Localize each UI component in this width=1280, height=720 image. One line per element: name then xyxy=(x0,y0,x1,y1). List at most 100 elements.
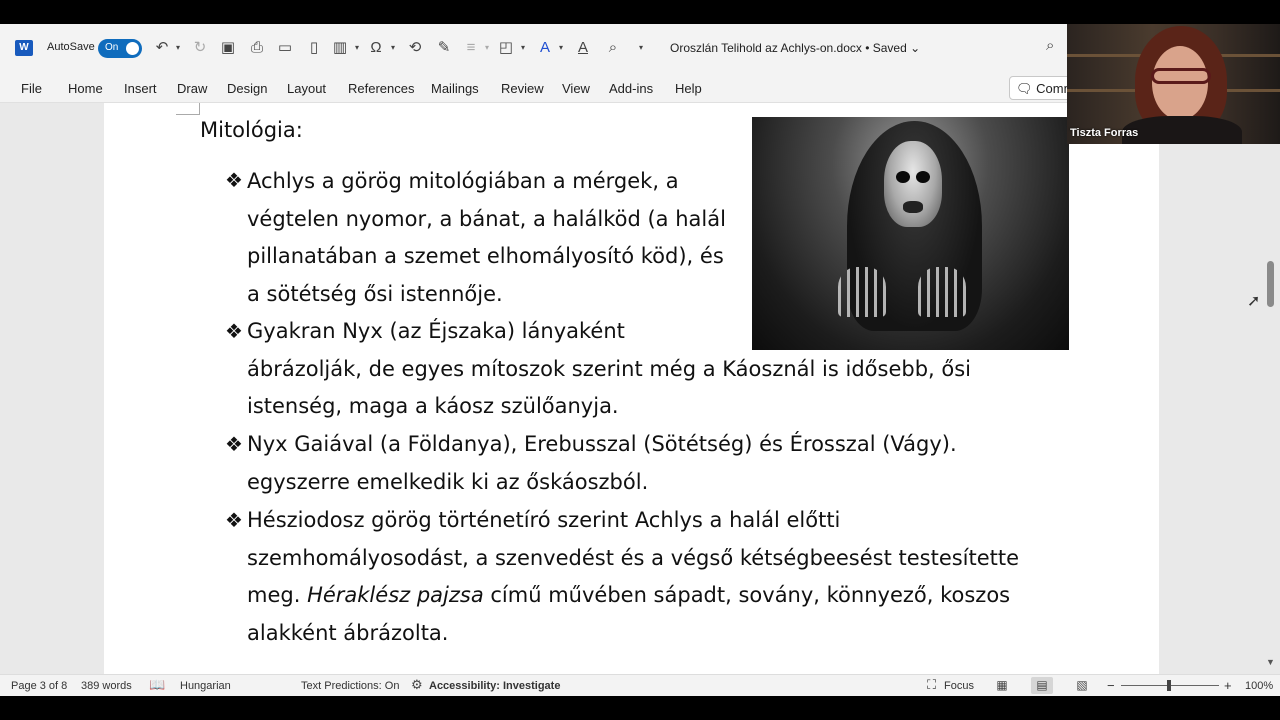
presenter-glasses xyxy=(1151,68,1211,84)
zoom-level[interactable]: 100% xyxy=(1245,680,1273,692)
save-icon[interactable]: ▣ xyxy=(218,38,238,58)
word-count[interactable]: 389 words xyxy=(81,680,132,692)
autosave-label: AutoSave xyxy=(47,41,95,53)
format-painter-icon[interactable]: ⟲ xyxy=(405,38,425,58)
chevron-down-icon[interactable]: ▾ xyxy=(174,38,182,58)
redo-icon[interactable]: ↻ xyxy=(190,38,210,58)
tab-design[interactable]: Design xyxy=(227,81,267,96)
tab-references[interactable]: References xyxy=(348,81,414,96)
underline-icon[interactable]: A xyxy=(573,38,593,58)
autosave-toggle[interactable]: On xyxy=(98,39,142,58)
chevron-down-icon[interactable]: ▾ xyxy=(557,38,565,58)
print-icon[interactable]: ⎙ xyxy=(247,38,267,58)
letterbox-bottom xyxy=(0,696,1280,720)
align-icon[interactable]: ≡ xyxy=(461,38,481,58)
text-line: Achlys a görög mitológiában a mérgek, a xyxy=(247,169,679,193)
status-bar: Page 3 of 8 389 words 📖 Hungarian Text P… xyxy=(0,674,1280,696)
open-icon[interactable]: ▭ xyxy=(275,38,295,58)
customize-icon[interactable]: ▾ xyxy=(637,38,645,58)
chevron-down-icon[interactable]: ▾ xyxy=(519,38,527,58)
print-layout-icon[interactable]: ▤ xyxy=(1031,677,1053,694)
tab-file[interactable]: File xyxy=(21,81,42,96)
find-icon[interactable]: ⌕ xyxy=(603,38,623,58)
paragraph-hesiod: Hésziodosz görög történetíró szerint Ach… xyxy=(247,502,1019,652)
text-line: pillanatában a szemet elhomályosító köd)… xyxy=(247,244,724,269)
image-mouth-shape xyxy=(903,201,923,213)
image-hand-shape xyxy=(918,267,966,317)
presenter-body xyxy=(1122,116,1242,144)
chevron-down-icon[interactable]: ▾ xyxy=(483,38,491,58)
document-title[interactable]: Oroszlán Telihold az Achlys-on.docx • Sa… xyxy=(670,41,920,55)
bullet-icon: ❖ xyxy=(225,510,243,532)
undo-icon[interactable]: ↶ xyxy=(152,38,172,58)
text-line: istenség, maga a káosz szülőanyja. xyxy=(247,394,619,419)
page-count[interactable]: Page 3 of 8 xyxy=(11,680,67,692)
chevron-down-icon[interactable]: ▾ xyxy=(389,38,397,58)
focus-mode-button[interactable]: Focus xyxy=(944,680,974,692)
participant-name: Tiszta Forras xyxy=(1070,127,1139,139)
webcam-video: Tiszta Forras xyxy=(1067,24,1280,144)
web-layout-icon[interactable]: ▧ xyxy=(1071,677,1093,694)
text-line: meg. Héraklész pajzsa című művében sápad… xyxy=(247,577,1019,615)
tab-insert[interactable]: Insert xyxy=(124,81,157,96)
accessibility-status[interactable]: Accessibility: Investigate xyxy=(429,680,560,692)
achlys-illustration-image[interactable] xyxy=(752,117,1069,350)
proofing-book-icon[interactable]: 📖 xyxy=(149,677,165,693)
text-line: Hésziodosz görög történetíró szerint Ach… xyxy=(247,508,841,532)
word-logo-icon: W xyxy=(15,40,33,56)
shapes-icon[interactable]: ◰ xyxy=(496,38,516,58)
search-icon[interactable]: ⌕ xyxy=(1046,37,1054,54)
section-heading: Mitológia: xyxy=(200,118,303,142)
text-segment: című művében sápadt, sovány, könnyező, k… xyxy=(483,583,1011,608)
document-workarea[interactable]: Mitológia: ❖ Achlys a görög mitológiában… xyxy=(0,103,1280,674)
zoom-slider-thumb[interactable] xyxy=(1167,680,1171,691)
zoom-in-button[interactable]: + xyxy=(1224,678,1232,693)
tab-help[interactable]: Help xyxy=(675,81,702,96)
track-changes-icon[interactable]: ✎ xyxy=(434,38,454,58)
new-icon[interactable]: ▯ xyxy=(304,38,324,58)
text-line: egyszerre emelkedik ki az őskáoszból. xyxy=(247,469,649,494)
image-skull-shape xyxy=(884,141,942,227)
italic-title: Héraklész pajzsa xyxy=(307,583,484,608)
tab-draw[interactable]: Draw xyxy=(177,81,207,96)
focus-icon[interactable]: ⛶ xyxy=(927,677,936,693)
tab-mailings[interactable]: Mailings xyxy=(431,81,479,96)
symbol-icon[interactable]: Ω xyxy=(366,38,386,58)
bullet-icon: ❖ xyxy=(225,434,243,456)
text-line: alakként ábrázolta. xyxy=(247,620,449,645)
image-eye-shape xyxy=(916,171,930,183)
comment-icon: 🗨 xyxy=(1016,81,1033,96)
zoom-out-button[interactable]: − xyxy=(1107,678,1115,693)
text-line: végtelen nyomor, a bánat, a halálköd (a … xyxy=(247,206,726,231)
columns-icon[interactable]: ▥ xyxy=(330,38,350,58)
font-color-icon[interactable]: A xyxy=(535,38,555,58)
text-segment: meg. xyxy=(247,583,308,608)
text-line: ábrázolják, de egyes mítoszok szerint mé… xyxy=(247,356,972,381)
text-line: a sötétség ősi istennője. xyxy=(247,281,503,306)
autosave-state: On xyxy=(105,42,119,53)
tab-view[interactable]: View xyxy=(562,81,590,96)
letterbox-top xyxy=(0,0,1280,24)
chevron-down-icon[interactable]: ▾ xyxy=(353,38,361,58)
paragraph-nyx-gaia: Nyx Gaiával (a Földanya), Erebusszal (Sö… xyxy=(247,426,957,501)
vertical-scrollbar-thumb[interactable] xyxy=(1267,261,1274,307)
tab-add-ins[interactable]: Add-ins xyxy=(609,81,653,96)
paragraph-achlys-definition: Achlys a görög mitológiában a mérgek, a … xyxy=(247,163,726,313)
image-hand-shape xyxy=(838,267,886,317)
text-line: szemhomályosodást, a szenvedést és a vég… xyxy=(247,545,1020,570)
tab-review[interactable]: Review xyxy=(501,81,544,96)
text-predictions-status[interactable]: Text Predictions: On xyxy=(301,680,399,692)
margin-corner-mark xyxy=(176,103,200,115)
tab-layout[interactable]: Layout xyxy=(287,81,326,96)
accessibility-icon[interactable]: ⚙ xyxy=(411,677,423,693)
tab-home[interactable]: Home xyxy=(68,81,103,96)
mouse-cursor-icon: ➚ xyxy=(1247,293,1261,310)
bullet-icon: ❖ xyxy=(225,321,243,343)
toggle-knob xyxy=(126,42,139,55)
language-indicator[interactable]: Hungarian xyxy=(180,680,231,692)
scroll-down-arrow-icon[interactable]: ▼ xyxy=(1266,657,1275,667)
image-eye-shape xyxy=(896,171,910,183)
text-line: Nyx Gaiával (a Földanya), Erebusszal (Sö… xyxy=(247,432,957,456)
read-mode-icon[interactable]: ▦ xyxy=(991,677,1013,694)
bullet-icon: ❖ xyxy=(225,170,243,192)
